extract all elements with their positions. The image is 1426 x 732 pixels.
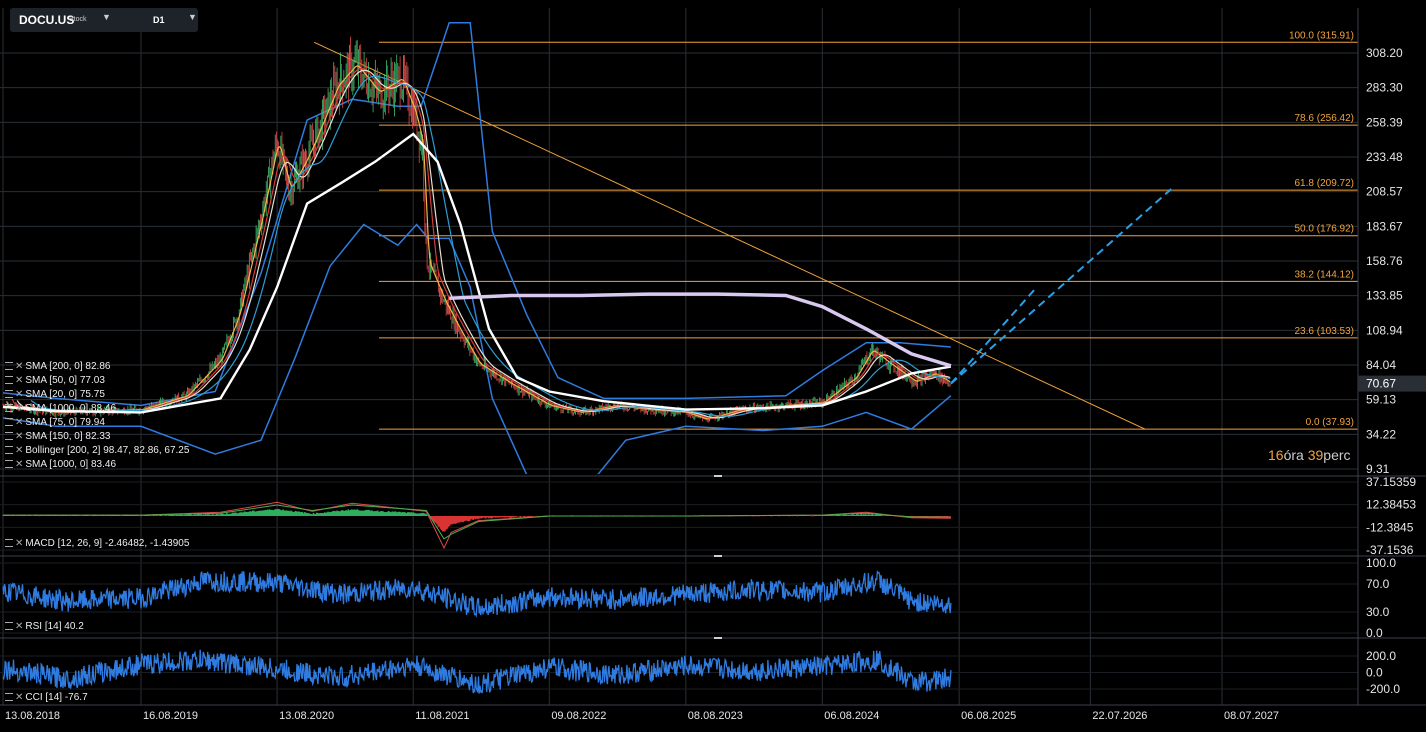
x-tick-label: 06.08.2025	[961, 710, 1016, 722]
macd-tick-label: 12.38453	[1366, 498, 1416, 512]
x-tick-label: 13.08.2020	[279, 710, 334, 722]
settings-icon[interactable]	[5, 376, 13, 385]
symbol-name: DOCU.US	[19, 13, 75, 27]
cci-tick-label: 0.0	[1366, 666, 1383, 680]
rsi-tick-label: 70.0	[1366, 577, 1390, 591]
y-tick-label: 233.48	[1366, 150, 1403, 164]
symbol-dropdown-icon[interactable]: ▼	[102, 12, 111, 22]
y-tick-label: 133.85	[1366, 289, 1403, 303]
fib-level-label: 23.6 (103.53)	[1295, 326, 1355, 337]
legend-sma75[interactable]: ✕ SMA [75, 0] 79.94	[5, 417, 105, 428]
rsi-tick-label: 100.0	[1366, 556, 1396, 570]
legend-sma200[interactable]: ✕ SMA [200, 0] 82.86	[5, 361, 110, 372]
sma-200	[2, 132, 952, 414]
close-icon[interactable]: ✕	[15, 621, 23, 632]
pane-resize-handle	[714, 475, 722, 477]
x-tick-label: 06.08.2024	[824, 710, 879, 722]
macd-tick-label: -37.1536	[1366, 543, 1414, 557]
y-tick-label: 283.30	[1366, 81, 1403, 95]
rsi-tick-label: 0.0	[1366, 626, 1383, 640]
y-tick-label: 308.20	[1366, 46, 1403, 60]
rsi-line	[2, 570, 952, 618]
x-tick-label: 22.07.2026	[1092, 710, 1147, 722]
close-icon[interactable]: ✕	[15, 692, 23, 703]
y-tick-label: 108.94	[1366, 323, 1403, 337]
fib-level-label: 0.0 (37.93)	[1306, 417, 1354, 428]
x-tick-label: 13.08.2018	[5, 710, 60, 722]
legend-bollinger[interactable]: ✕ Bollinger [200, 2] 98.47, 82.86, 67.25	[5, 445, 189, 456]
y-tick-label: 183.67	[1366, 219, 1403, 233]
chart[interactable]: 100.0 (315.91) 78.6 (256.42) 61.8 (209.72)…	[0, 0, 1426, 732]
instrument-type: Stock	[69, 16, 87, 23]
legend-cci[interactable]: ✕ CCI [14] -76.7	[5, 692, 88, 703]
last-price-label: 70.67	[1366, 377, 1396, 391]
legend-sma1000-b[interactable]: ✕ SMA [1000, 0] 83.46	[5, 459, 116, 470]
y-tick-label: 34.22	[1366, 427, 1396, 441]
macd-tick-label: -12.3845	[1366, 520, 1414, 534]
settings-icon[interactable]	[5, 446, 13, 455]
close-icon[interactable]: ✕	[15, 417, 23, 428]
close-icon[interactable]: ✕	[15, 375, 23, 386]
settings-icon[interactable]	[5, 404, 13, 413]
projection-line	[950, 186, 1175, 385]
macd-signal-line	[3, 504, 951, 540]
settings-icon[interactable]	[5, 390, 13, 399]
close-icon[interactable]: ✕	[15, 459, 23, 470]
settings-icon[interactable]	[5, 418, 13, 427]
timeframe-selector[interactable]: D1	[153, 15, 165, 25]
settings-icon[interactable]	[5, 362, 13, 371]
legend-sma20[interactable]: ✕ SMA [20, 0] 75.75	[5, 389, 105, 400]
x-tick-label: 11.08.2021	[415, 710, 469, 722]
y-tick-label: 9.31	[1366, 462, 1390, 476]
fib-level-label: 61.8 (209.72)	[1295, 178, 1355, 189]
rsi-pane	[2, 570, 952, 618]
y-tick-label: 208.57	[1366, 185, 1403, 199]
candle-countdown: 16óra 39perc	[1268, 447, 1351, 463]
settings-icon[interactable]	[5, 622, 13, 631]
macd-tick-label: 37.15359	[1366, 475, 1416, 489]
legend-sma150[interactable]: ✕ SMA [150, 0] 82.33	[5, 431, 110, 442]
timeframe-dropdown-icon[interactable]: ▼	[188, 12, 197, 22]
y-tick-label: 158.76	[1366, 254, 1403, 268]
settings-icon[interactable]	[5, 432, 13, 441]
settings-icon[interactable]	[5, 539, 13, 548]
fib-level-label: 50.0 (176.92)	[1295, 224, 1355, 235]
grid	[0, 8, 1358, 705]
y-tick-label: 84.04	[1366, 358, 1396, 372]
pane-resize-handle	[714, 637, 722, 639]
bollinger-upper	[2, 21, 951, 407]
y-tick-label: 258.39	[1366, 115, 1403, 129]
close-icon[interactable]: ✕	[15, 445, 23, 456]
legend-macd[interactable]: ✕ MACD [12, 26, 9] -2.46482, -1.43905	[5, 538, 189, 549]
cci-tick-label: 200.0	[1366, 649, 1396, 663]
x-tick-label: 08.07.2027	[1224, 710, 1279, 722]
legend-sma1000[interactable]: ✕ SMA [1000, 0] 83.46	[5, 403, 116, 414]
rsi-tick-label: 30.0	[1366, 605, 1390, 619]
bollinger-bands	[2, 21, 952, 474]
fib-level-label: 100.0 (315.91)	[1289, 30, 1354, 41]
cci-tick-label: -200.0	[1366, 682, 1400, 696]
x-tick-label: 08.08.2023	[688, 710, 743, 722]
projection-line	[950, 286, 1038, 385]
settings-icon[interactable]	[5, 693, 13, 702]
settings-icon[interactable]	[5, 460, 13, 469]
close-icon[interactable]: ✕	[15, 403, 23, 414]
x-tick-label: 09.08.2022	[551, 710, 606, 722]
legend-sma50[interactable]: ✕ SMA [50, 0] 77.03	[5, 375, 105, 386]
close-icon[interactable]: ✕	[15, 389, 23, 400]
legend-rsi[interactable]: ✕ RSI [14] 40.2	[5, 621, 84, 632]
x-tick-label: 16.08.2019	[143, 710, 198, 722]
pane-resize-handle	[714, 555, 722, 557]
close-icon[interactable]: ✕	[15, 538, 23, 549]
symbol-selector[interactable]: DOCU.US Stock ▼ D1 ▼	[10, 8, 198, 32]
close-icon[interactable]: ✕	[15, 361, 23, 372]
close-icon[interactable]: ✕	[15, 431, 23, 442]
bollinger-lower	[2, 223, 952, 474]
fib-level-label: 78.6 (256.42)	[1295, 113, 1355, 124]
projection-lines[interactable]	[950, 186, 1175, 385]
fib-level-label: 38.2 (144.12)	[1295, 269, 1355, 280]
y-tick-label: 59.13	[1366, 393, 1396, 407]
